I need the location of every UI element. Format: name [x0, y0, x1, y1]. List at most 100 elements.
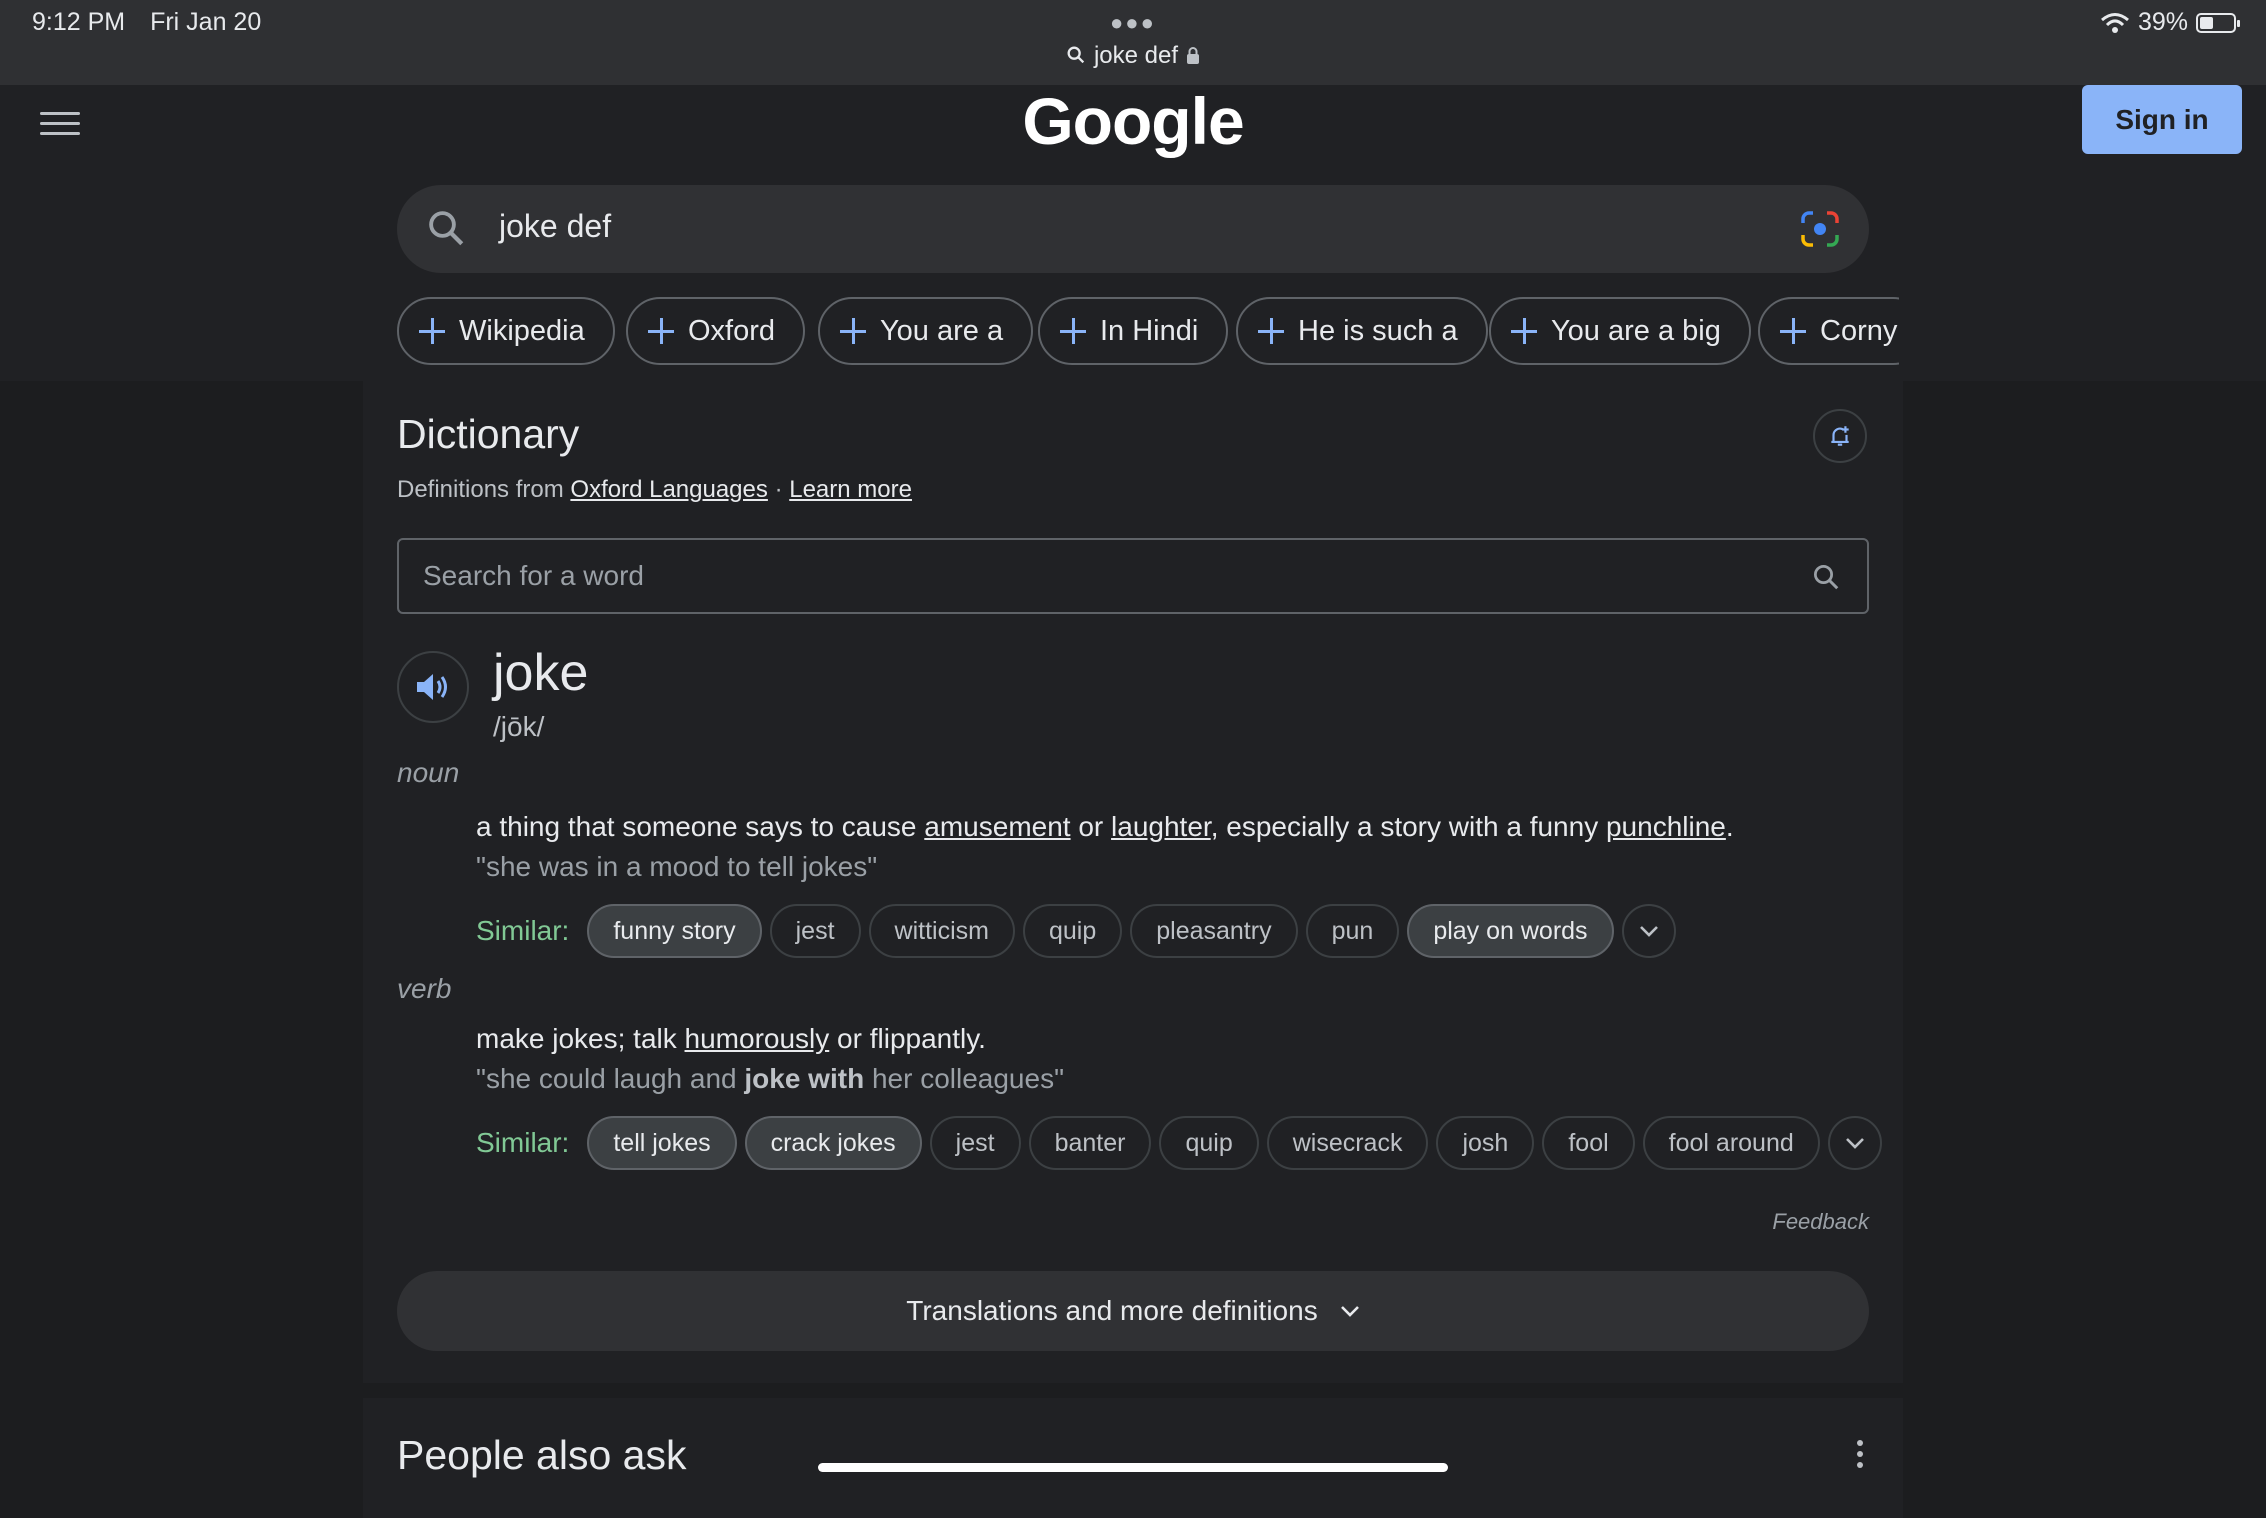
noun-definition: a thing that someone says to cause amuse…: [476, 811, 1734, 843]
chip-label: You are a big: [1551, 314, 1721, 347]
browser-top-bar: 9:12 PM Fri Jan 20 ●●● joke def 39%: [0, 0, 2266, 85]
def-text: or flippantly.: [829, 1023, 986, 1054]
def-text: a thing that someone says to cause: [476, 811, 925, 842]
word-search-placeholder[interactable]: Search for a word: [423, 560, 644, 592]
learn-more-link[interactable]: Learn more: [789, 476, 912, 503]
chip-oxford[interactable]: Oxford: [626, 297, 806, 365]
chip-you-are-a[interactable]: You are a: [818, 297, 1034, 365]
source-prefix: Definitions from: [397, 476, 564, 503]
synonym-chip[interactable]: josh: [1436, 1116, 1535, 1170]
bell-plus-icon[interactable]: [1813, 409, 1867, 463]
synonym-chip[interactable]: quip: [1159, 1116, 1259, 1170]
chip-label: Wikipedia: [459, 314, 585, 347]
synonym-chip[interactable]: banter: [1028, 1116, 1152, 1170]
chip-corny[interactable]: Corny: [1758, 297, 1899, 365]
synonym-chip[interactable]: jest: [929, 1116, 1021, 1170]
multitasking-dots-icon[interactable]: ●●●: [1110, 10, 1156, 36]
address-bar[interactable]: joke def: [0, 42, 2266, 70]
dictionary-source: Definitions from Oxford Languages · Lear…: [397, 476, 912, 504]
sign-in-button[interactable]: Sign in: [2082, 85, 2242, 154]
status-right: 39%: [2100, 8, 2240, 37]
chevron-down-icon: [1340, 1306, 1359, 1317]
link-humorously[interactable]: humorously: [685, 1023, 830, 1054]
lock-icon: [1186, 47, 1199, 64]
search-icon[interactable]: [425, 207, 467, 249]
example-bold: joke with: [744, 1063, 865, 1094]
search-icon: [1067, 46, 1085, 64]
part-of-speech-noun: noun: [397, 757, 460, 788]
pronunciation-speaker-icon[interactable]: [397, 651, 469, 723]
chip-label: Corny: [1820, 314, 1898, 347]
home-indicator[interactable]: [818, 1463, 1448, 1472]
example-text: "she could laugh and: [476, 1063, 745, 1094]
synonym-chip[interactable]: quip: [1022, 904, 1123, 958]
plus-icon: [1258, 318, 1284, 344]
synonym-chip[interactable]: fool around: [1642, 1116, 1820, 1170]
oxford-languages-link[interactable]: Oxford Languages: [570, 476, 767, 503]
def-text: , especially a story with a funny: [1210, 811, 1606, 842]
google-lens-icon[interactable]: [1799, 209, 1841, 249]
chip-label: He is such a: [1298, 314, 1458, 347]
synonym-chip[interactable]: jest: [769, 904, 861, 958]
synonym-chip[interactable]: funny story: [587, 904, 762, 958]
dictionary-card: Dictionary Definitions from Oxford Langu…: [363, 381, 1903, 1383]
synonym-chip[interactable]: witticism: [868, 904, 1015, 958]
synonym-chip[interactable]: fool: [1542, 1116, 1635, 1170]
status-time: 9:12 PM: [32, 8, 126, 36]
synonym-chip[interactable]: tell jokes: [587, 1116, 737, 1170]
more-options-icon[interactable]: [1857, 1440, 1863, 1473]
noun-example: "she was in a mood to tell jokes": [476, 851, 878, 882]
def-text: or: [1070, 811, 1112, 842]
def-text: .: [1725, 811, 1734, 842]
plus-icon: [840, 318, 866, 344]
similar-label: Similar:: [476, 915, 570, 946]
battery-icon: [2196, 12, 2240, 33]
chevron-down-icon[interactable]: [1827, 1116, 1882, 1170]
chevron-down-icon[interactable]: [1621, 904, 1676, 958]
chip-label: In Hindi: [1100, 314, 1199, 347]
similar-label: Similar:: [476, 1127, 570, 1158]
battery-percent: 39%: [2137, 8, 2188, 36]
translations-button[interactable]: Translations and more definitions: [397, 1271, 1869, 1351]
chip-label: You are a: [880, 314, 1004, 347]
synonym-chip[interactable]: crack jokes: [744, 1116, 922, 1170]
link-laughter[interactable]: laughter: [1111, 811, 1211, 842]
plus-icon: [1511, 318, 1537, 344]
chip-label: Oxford: [688, 314, 776, 347]
synonym-chip[interactable]: pun: [1305, 904, 1400, 958]
address-text: joke def: [1093, 42, 1179, 69]
chip-wikipedia[interactable]: Wikipedia: [397, 297, 615, 365]
noun-similar-row: Similar: funny story jest witticism quip…: [476, 903, 1676, 959]
translations-label: Translations and more definitions: [906, 1295, 1318, 1326]
link-amusement[interactable]: amusement: [924, 811, 1070, 842]
feedback-link[interactable]: Feedback: [1772, 1209, 1869, 1235]
part-of-speech-verb: verb: [397, 973, 452, 1004]
def-text: make jokes; talk: [476, 1023, 685, 1054]
chip-you-are-a-big[interactable]: You are a big: [1489, 297, 1751, 365]
status-time-date: 9:12 PM Fri Jan 20: [32, 8, 279, 37]
synonym-chip[interactable]: pleasantry: [1130, 904, 1298, 958]
people-also-ask-card: People also ask: [363, 1398, 1903, 1518]
chip-he-is-such-a[interactable]: He is such a: [1236, 297, 1488, 365]
example-text: her colleagues": [864, 1063, 1065, 1094]
link-punchline[interactable]: punchline: [1606, 811, 1726, 842]
plus-icon: [1060, 318, 1086, 344]
search-input[interactable]: joke def: [499, 208, 611, 245]
word-search-field[interactable]: Search for a word: [397, 538, 1869, 614]
verb-definition: make jokes; talk humorously or flippantl…: [476, 1023, 986, 1055]
search-icon[interactable]: [1811, 562, 1841, 592]
chip-in-hindi[interactable]: In Hindi: [1038, 297, 1229, 365]
google-logo[interactable]: Google: [0, 83, 2266, 159]
dictionary-title: Dictionary: [397, 411, 580, 457]
google-header: Google Sign in joke def Wikipedia Oxford…: [0, 83, 2266, 381]
synonym-chip[interactable]: wisecrack: [1266, 1116, 1429, 1170]
synonym-chip[interactable]: play on words: [1407, 904, 1614, 958]
plus-icon: [419, 318, 445, 344]
phonetic: /jōk/: [493, 711, 545, 742]
people-also-ask-title: People also ask: [397, 1432, 687, 1478]
search-bar[interactable]: joke def: [397, 185, 1869, 273]
verb-example: "she could laugh and joke with her colle…: [476, 1063, 1064, 1095]
plus-icon: [648, 318, 674, 344]
wifi-icon: [2100, 12, 2129, 33]
refinement-chips: Wikipedia Oxford You are a In Hindi He i…: [397, 297, 1899, 369]
